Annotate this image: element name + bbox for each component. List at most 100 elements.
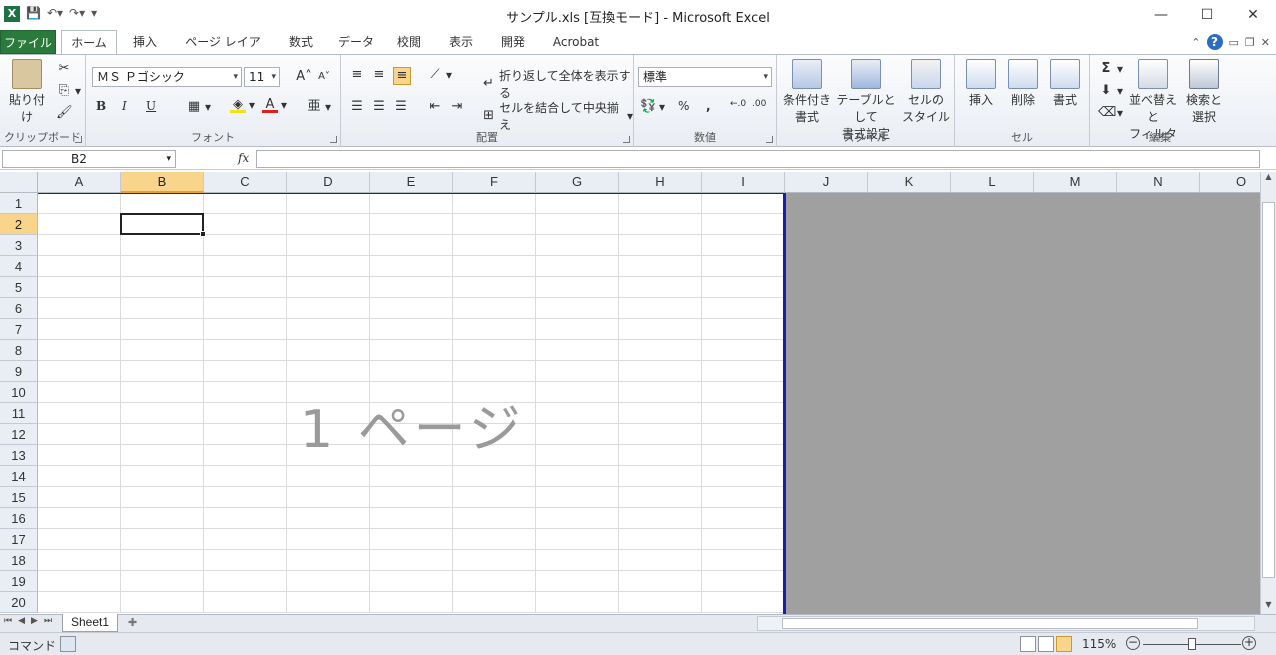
grow-font-button[interactable]: A˄ — [296, 69, 312, 85]
zoom-slider-knob[interactable] — [1188, 638, 1196, 650]
tab-review[interactable]: 校閲 — [394, 30, 424, 54]
align-center-button[interactable]: ☰ — [371, 99, 387, 115]
tab-page-layout[interactable]: ページ レイアウト — [180, 30, 266, 73]
paste-button[interactable]: 貼り付け — [4, 59, 50, 125]
row-header[interactable]: 5 — [0, 277, 38, 298]
insert-cells-button[interactable]: 挿入 — [961, 59, 1001, 108]
format-painter-button[interactable]: 🖌 — [56, 105, 73, 121]
alignment-launcher[interactable] — [623, 136, 630, 143]
align-middle-button[interactable]: ≡ — [371, 67, 387, 83]
row-header[interactable]: 9 — [0, 361, 38, 382]
bold-button[interactable]: B — [96, 99, 106, 113]
column-header[interactable]: I — [702, 172, 785, 193]
scroll-up-icon[interactable]: ▲ — [1261, 172, 1276, 186]
row-header[interactable]: 2 — [0, 214, 38, 235]
comma-button[interactable]: , — [706, 99, 711, 113]
row-header[interactable]: 1 — [0, 193, 38, 214]
font-name-select[interactable]: ＭＳ Ｐゴシック — [92, 67, 242, 87]
formula-input[interactable] — [256, 150, 1260, 168]
wrap-text-button[interactable]: ↵ 折り返して全体を表示する — [481, 67, 633, 101]
row-header[interactable]: 8 — [0, 340, 38, 361]
close-button[interactable]: ✕ — [1230, 0, 1276, 30]
column-header[interactable]: M — [1034, 172, 1117, 193]
tab-file[interactable]: ファイル — [0, 30, 56, 54]
maximize-button[interactable]: ☐ — [1184, 0, 1230, 30]
find-select-button[interactable]: 検索と 選択 — [1182, 59, 1226, 125]
row-header[interactable]: 20 — [0, 592, 38, 613]
orientation-button[interactable]: ⟋ ▾ — [427, 67, 452, 83]
page-layout-view-button[interactable] — [1038, 636, 1054, 652]
row-header[interactable]: 13 — [0, 445, 38, 466]
next-sheet-icon[interactable]: ▶ — [31, 616, 38, 626]
row-header[interactable]: 12 — [0, 424, 38, 445]
clipboard-launcher[interactable] — [75, 136, 82, 143]
number-format-select[interactable]: 標準 — [638, 67, 772, 87]
fill-color-button[interactable]: ◈ ▾ — [230, 97, 255, 113]
row-header[interactable]: 6 — [0, 298, 38, 319]
active-cell-b2[interactable] — [120, 213, 204, 235]
column-header[interactable]: C — [204, 172, 287, 193]
row-header[interactable]: 7 — [0, 319, 38, 340]
italic-button[interactable]: I — [122, 99, 127, 113]
row-header[interactable]: 19 — [0, 571, 38, 592]
normal-view-button[interactable] — [1020, 636, 1036, 652]
underline-button[interactable]: U — [146, 99, 156, 113]
select-all-corner[interactable] — [0, 172, 38, 193]
clear-button[interactable]: ⌫ ▾ — [1098, 105, 1123, 121]
insert-sheet-icon[interactable]: ✚ — [128, 616, 148, 631]
doc-close-icon[interactable]: ✕ — [1261, 36, 1270, 49]
number-launcher[interactable] — [766, 136, 773, 143]
name-box[interactable]: B2 — [2, 150, 176, 168]
row-header[interactable]: 11 — [0, 403, 38, 424]
align-left-button[interactable]: ☰ — [349, 99, 365, 115]
column-header[interactable]: K — [868, 172, 951, 193]
tab-formulas[interactable]: 数式 — [286, 30, 316, 54]
vertical-scrollbar[interactable]: ▲ ▼ — [1260, 172, 1276, 614]
prev-sheet-icon[interactable]: ◀ — [18, 616, 25, 626]
increase-decimal-button[interactable]: ←.0 — [730, 99, 746, 109]
format-cells-button[interactable]: 書式 — [1045, 59, 1085, 108]
doc-restore-icon[interactable]: ❐ — [1245, 36, 1255, 49]
column-header[interactable]: G — [536, 172, 619, 193]
accounting-format-button[interactable]: 💱 ▾ — [640, 99, 665, 115]
fill-handle[interactable] — [200, 231, 206, 237]
tab-view[interactable]: 表示 — [446, 30, 476, 54]
merge-center-button[interactable]: ⊞ セルを結合して中央揃え ▾ — [481, 99, 633, 133]
tab-home[interactable]: ホーム — [61, 30, 117, 55]
page-break-line[interactable] — [783, 193, 786, 614]
align-right-button[interactable]: ☰ — [393, 99, 409, 115]
shrink-font-button[interactable]: A˅ — [316, 69, 332, 85]
last-sheet-icon[interactable]: ⏭ — [44, 616, 52, 626]
column-header[interactable]: O — [1200, 172, 1260, 193]
horizontal-scrollbar[interactable] — [757, 616, 1255, 631]
autosum-button[interactable]: Σ ▾ — [1098, 61, 1123, 77]
first-sheet-icon[interactable]: ⏮ — [4, 616, 12, 626]
row-header[interactable]: 18 — [0, 550, 38, 571]
align-top-button[interactable]: ≡ — [349, 67, 365, 83]
decrease-decimal-button[interactable]: .00 — [752, 99, 766, 109]
fill-button[interactable]: ⬇ ▾ — [1098, 83, 1123, 99]
tab-data[interactable]: データ — [336, 30, 376, 54]
cell-styles-button[interactable]: セルの スタイル — [899, 59, 953, 125]
column-header[interactable]: B — [121, 172, 204, 193]
column-header[interactable]: F — [453, 172, 536, 193]
align-bottom-button[interactable]: ≡ — [393, 67, 411, 85]
column-header[interactable]: H — [619, 172, 702, 193]
zoom-in-icon[interactable]: + — [1242, 636, 1256, 650]
decrease-indent-button[interactable]: ⇤ — [427, 99, 443, 115]
page-break-preview-button[interactable] — [1056, 636, 1072, 652]
row-header[interactable]: 10 — [0, 382, 38, 403]
zoom-level[interactable]: 115% — [1082, 637, 1116, 651]
tab-developer[interactable]: 開発 — [498, 30, 528, 54]
row-header[interactable]: 14 — [0, 466, 38, 487]
column-header[interactable]: N — [1117, 172, 1200, 193]
delete-cells-button[interactable]: 削除 — [1003, 59, 1043, 108]
cut-button[interactable]: ✂ — [56, 61, 72, 77]
zoom-out-icon[interactable]: − — [1126, 636, 1140, 650]
borders-button[interactable]: ▦ ▾ — [186, 99, 211, 115]
vertical-scroll-thumb[interactable] — [1262, 202, 1275, 578]
macro-record-icon[interactable] — [60, 636, 76, 652]
doc-minimize-icon[interactable]: ▭ — [1229, 36, 1239, 49]
font-launcher[interactable] — [330, 136, 337, 143]
insert-function-button[interactable]: fx — [238, 151, 249, 165]
